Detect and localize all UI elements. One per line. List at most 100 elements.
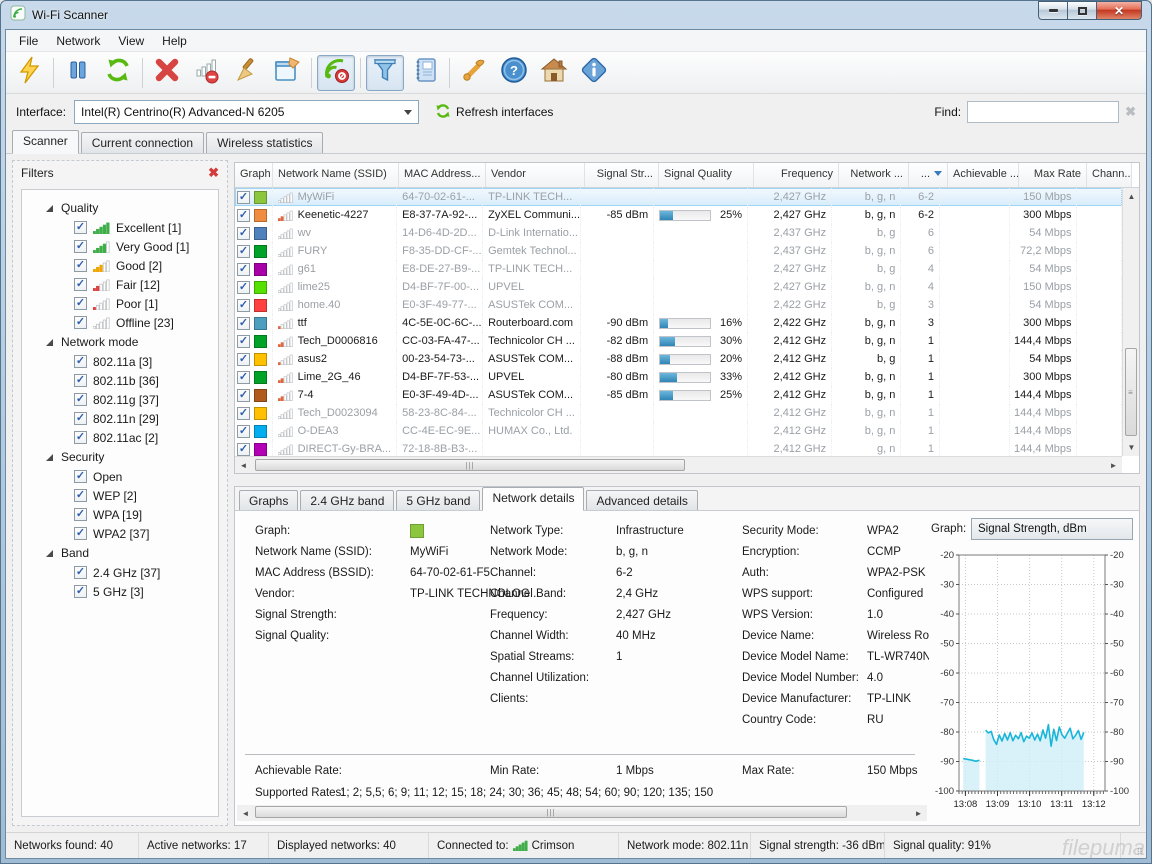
tab-graphs[interactable]: Graphs: [239, 490, 298, 510]
row-checkbox[interactable]: [237, 191, 250, 204]
filter-checkbox[interactable]: [74, 316, 87, 329]
menu-item-view[interactable]: View: [109, 31, 153, 51]
home-button[interactable]: [535, 55, 573, 91]
scan-button[interactable]: [10, 55, 48, 91]
filter-checkbox[interactable]: [74, 221, 87, 234]
filter-item[interactable]: Offline [23]: [22, 313, 218, 332]
column-header-graph[interactable]: Graph: [235, 163, 273, 187]
scroll-down-icon[interactable]: ▼: [1123, 439, 1140, 456]
filter-checkbox[interactable]: [74, 566, 87, 579]
log-button[interactable]: [406, 55, 444, 91]
column-header--[interactable]: ...: [909, 163, 948, 187]
scrollbar-thumb[interactable]: |||: [255, 806, 847, 818]
tab-current-connection[interactable]: Current connection: [81, 132, 204, 153]
scrollbar-thumb[interactable]: ≡: [1125, 348, 1137, 436]
row-checkbox[interactable]: [237, 371, 250, 384]
about-button[interactable]: [575, 55, 613, 91]
filter-group-network-mode[interactable]: Network mode: [22, 332, 218, 352]
row-checkbox[interactable]: [237, 317, 250, 330]
menu-item-file[interactable]: File: [10, 31, 47, 51]
minimize-button[interactable]: [1038, 1, 1067, 20]
scroll-left-icon[interactable]: ◄: [237, 805, 254, 821]
filter-item[interactable]: Fair [12]: [22, 275, 218, 294]
row-checkbox[interactable]: [237, 353, 250, 366]
table-vertical-scrollbar[interactable]: ▲ ▼ ≡: [1122, 188, 1139, 456]
filter-item[interactable]: 802.11b [36]: [22, 371, 218, 390]
pause-button[interactable]: [59, 55, 97, 91]
settings-button[interactable]: [455, 55, 493, 91]
table-row[interactable]: DIRECT-Gy-BRA...72-18-8B-B3-...2,412 GHz…: [235, 440, 1122, 456]
tree-expanded-icon[interactable]: [46, 205, 53, 212]
tree-expanded-icon[interactable]: [46, 550, 53, 557]
row-checkbox[interactable]: [237, 227, 250, 240]
filter-item[interactable]: WEP [2]: [22, 486, 218, 505]
row-checkbox[interactable]: [237, 389, 250, 402]
table-row[interactable]: ttf4C-5E-0C-6C-...Routerboard.com-90 dBm…: [235, 314, 1122, 332]
delete-button[interactable]: [148, 55, 186, 91]
table-row[interactable]: home.40E0-3F-49-77-...ASUSTek COM...2,42…: [235, 296, 1122, 314]
table-row[interactable]: Tech_D002309458-23-8C-84-...Technicolor …: [235, 404, 1122, 422]
scroll-up-icon[interactable]: ▲: [1123, 188, 1140, 205]
table-row[interactable]: lime25D4-BF-7F-00-...UPVEL2,427 GHzb, g,…: [235, 278, 1122, 296]
filter-checkbox[interactable]: [74, 393, 87, 406]
tree-expanded-icon[interactable]: [46, 454, 53, 461]
filter-item[interactable]: Very Good [1]: [22, 237, 218, 256]
row-checkbox[interactable]: [237, 209, 250, 222]
table-row[interactable]: Keenetic-4227E8-37-7A-92-...ZyXEL Commun…: [235, 206, 1122, 224]
filter-checkbox[interactable]: [74, 412, 87, 425]
filter-item[interactable]: 2.4 GHz [37]: [22, 563, 218, 582]
filter-item[interactable]: Good [2]: [22, 256, 218, 275]
filter-checkbox[interactable]: [74, 259, 87, 272]
column-header-vendor[interactable]: Vendor: [486, 163, 585, 187]
table-row[interactable]: wv14-D6-4D-2D...D-Link Internatio...2,43…: [235, 224, 1122, 242]
tab-advanced-details[interactable]: Advanced details: [586, 490, 697, 510]
refresh-button[interactable]: [99, 55, 137, 91]
filters-close-icon[interactable]: ✖: [208, 165, 219, 181]
scroll-left-icon[interactable]: ◄: [235, 457, 252, 474]
column-header-max-rate[interactable]: Max Rate: [1019, 163, 1087, 187]
filter-item[interactable]: 802.11g [37]: [22, 390, 218, 409]
filter-item[interactable]: Excellent [1]: [22, 218, 218, 237]
column-header-achievable-[interactable]: Achievable ...: [948, 163, 1019, 187]
column-header-signal-str-[interactable]: Signal Str...: [585, 163, 659, 187]
table-row[interactable]: Tech_D0006816CC-03-FA-47-...Technicolor …: [235, 332, 1122, 350]
table-horizontal-scrollbar[interactable]: ◄ ► |||: [235, 456, 1122, 473]
table-row[interactable]: FURYF8-35-DD-CF-...Gemtek Technol...2,43…: [235, 242, 1122, 260]
filter-item[interactable]: WPA2 [37]: [22, 524, 218, 543]
graph-type-select[interactable]: Signal Strength, dBm: [971, 518, 1133, 540]
filter-checkbox[interactable]: [74, 374, 87, 387]
table-row[interactable]: O-DEA3CC-4E-EC-9E...HUMAX Co., Ltd.2,412…: [235, 422, 1122, 440]
row-checkbox[interactable]: [237, 335, 250, 348]
interface-select[interactable]: Intel(R) Centrino(R) Advanced-N 6205: [74, 100, 419, 124]
copy-window-button[interactable]: [268, 55, 306, 91]
tab-scanner[interactable]: Scanner: [12, 130, 79, 154]
column-header-chann-[interactable]: Chann...: [1087, 163, 1132, 187]
menu-item-network[interactable]: Network: [47, 31, 109, 51]
filter-item[interactable]: Open: [22, 467, 218, 486]
table-row[interactable]: asus200-23-54-73-...ASUSTek COM...-88 dB…: [235, 350, 1122, 368]
row-checkbox[interactable]: [237, 443, 250, 456]
remove-inactive-button[interactable]: [188, 55, 226, 91]
clear-button[interactable]: [228, 55, 266, 91]
row-checkbox[interactable]: [237, 299, 250, 312]
help-button[interactable]: ?: [495, 55, 533, 91]
find-input[interactable]: [967, 101, 1119, 123]
tab-wireless-statistics[interactable]: Wireless statistics: [206, 132, 323, 153]
filter-checkbox[interactable]: [74, 585, 87, 598]
tab-network-details[interactable]: Network details: [482, 487, 584, 511]
tab-5-ghz-band[interactable]: 5 GHz band: [396, 490, 480, 510]
filter-item[interactable]: WPA [19]: [22, 505, 218, 524]
table-row[interactable]: g61E8-DE-27-B9-...TP-LINK TECH...2,427 G…: [235, 260, 1122, 278]
row-checkbox[interactable]: [237, 263, 250, 276]
filter-item[interactable]: 802.11n [29]: [22, 409, 218, 428]
row-checkbox[interactable]: [237, 245, 250, 258]
filter-checkbox[interactable]: [74, 240, 87, 253]
maximize-button[interactable]: [1067, 1, 1096, 20]
scroll-right-icon[interactable]: ►: [1105, 457, 1122, 474]
table-row[interactable]: MyWiFi64-70-02-61-...TP-LINK TECH...2,42…: [235, 188, 1122, 206]
filter-checkbox[interactable]: [74, 431, 87, 444]
filter-checkbox[interactable]: [74, 297, 87, 310]
filter-item[interactable]: 5 GHz [3]: [22, 582, 218, 601]
filter-group-security[interactable]: Security: [22, 447, 218, 467]
refresh-interfaces-button[interactable]: Refresh interfaces: [435, 103, 553, 122]
